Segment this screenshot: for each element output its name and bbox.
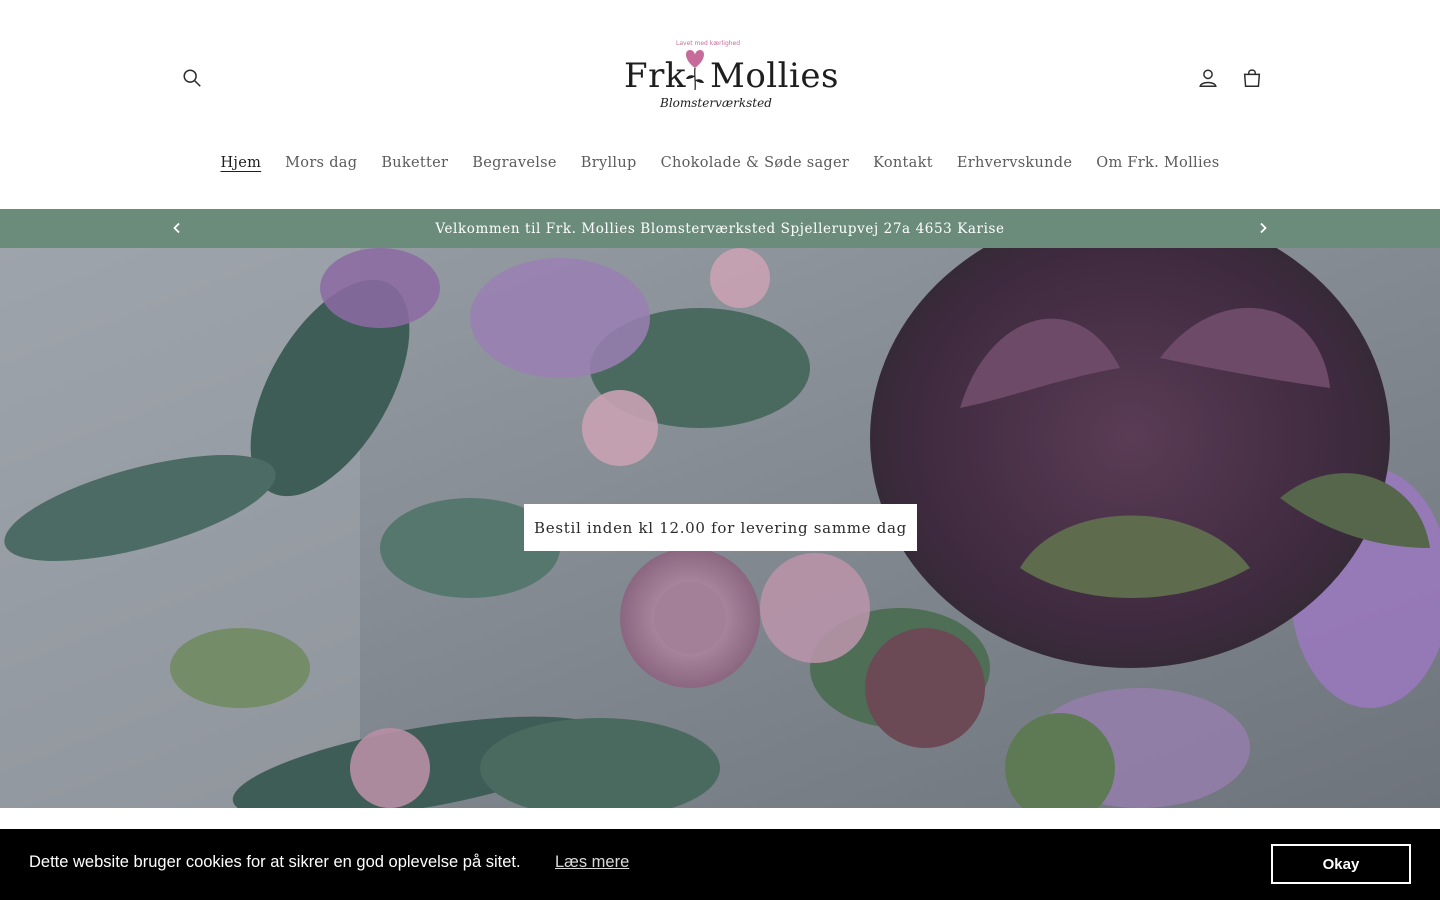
heart-icon xyxy=(685,50,705,90)
cookie-learn-more-link[interactable]: Læs mere xyxy=(555,853,629,872)
cookie-message: Dette website bruger cookies for at sikr… xyxy=(29,853,521,871)
announcement-text: Velkommen til Frk. Mollies Blomsterværks… xyxy=(435,220,1005,237)
hero-banner: Bestil inden kl 12.00 for levering samme… xyxy=(0,248,1440,808)
nav-item-om-frk-mollies[interactable]: Om Frk. Mollies xyxy=(1084,155,1231,171)
announcement-bar: Velkommen til Frk. Mollies Blomsterværks… xyxy=(0,209,1440,248)
logo-name-left: Frk xyxy=(624,56,686,96)
nav-item-chokolade[interactable]: Chokolade & Søde sager xyxy=(649,155,862,171)
nav-item-buketter[interactable]: Buketter xyxy=(369,155,460,171)
site-header: Lavet med kærlighed Frk Mollies Blomster… xyxy=(0,0,1440,209)
cookie-accept-button[interactable]: Okay xyxy=(1271,844,1411,884)
nav-item-kontakt[interactable]: Kontakt xyxy=(861,155,945,171)
nav-item-bryllup[interactable]: Bryllup xyxy=(569,155,649,171)
site-logo[interactable]: Lavet med kærlighed Frk Mollies Blomster… xyxy=(618,36,838,116)
main-nav: Hjem Mors dag Buketter Begravelse Bryllu… xyxy=(0,155,1440,171)
same-day-delivery-button[interactable]: Bestil inden kl 12.00 for levering samme… xyxy=(524,504,917,551)
chevron-right-icon[interactable] xyxy=(1252,217,1274,239)
nav-item-erhvervskunde[interactable]: Erhvervskunde xyxy=(945,155,1084,171)
chevron-left-icon[interactable] xyxy=(166,217,188,239)
user-icon[interactable] xyxy=(1188,58,1228,98)
logo-name-right: Mollies xyxy=(710,56,839,96)
search-icon[interactable] xyxy=(172,58,212,98)
bag-icon[interactable] xyxy=(1232,58,1272,98)
nav-item-hjem[interactable]: Hjem xyxy=(208,155,273,171)
nav-item-begravelse[interactable]: Begravelse xyxy=(460,155,569,171)
nav-item-mors-dag[interactable]: Mors dag xyxy=(273,155,369,171)
logo-subtitle: Blomsterværksted xyxy=(660,96,772,110)
cookie-banner: Dette website bruger cookies for at sikr… xyxy=(0,829,1440,900)
